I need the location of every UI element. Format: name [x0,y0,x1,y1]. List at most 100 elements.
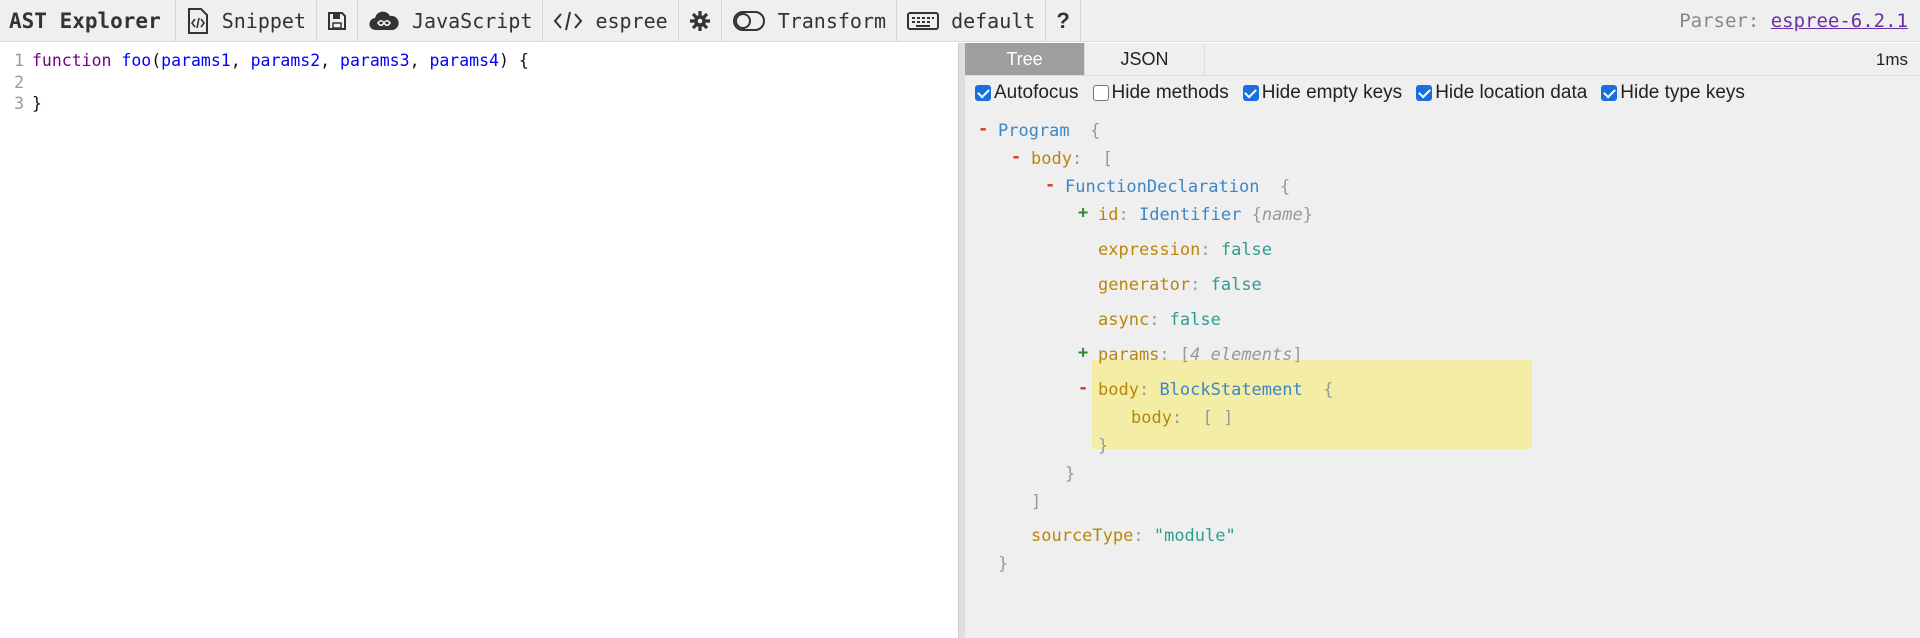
code-token: ( [151,51,162,70]
expand-toggle[interactable]: + [1078,343,1088,363]
code-token: params3 [340,51,410,70]
toggle-icon [732,10,766,32]
tab-json[interactable]: JSON [1085,43,1205,75]
tree-node-function-declaration[interactable]: FunctionDeclaration { [1065,175,1290,199]
code-editor[interactable]: 1 function foo(params1, params2, params3… [0,43,958,638]
option-label: Hide empty keys [1261,82,1403,103]
tab-tree[interactable]: Tree [965,43,1085,75]
code-line: 1 function foo(params1, params2, params3… [0,50,958,72]
snippet-button[interactable]: Snippet [176,0,318,42]
tree-node-source-type[interactable]: sourceType: "module" [1031,524,1236,548]
tree-node-async[interactable]: async: false [1098,308,1221,332]
hide-empty-keys-checkbox[interactable] [1242,85,1259,101]
code-token: params2 [250,51,321,70]
node-key: params [1098,345,1160,365]
keymap-button[interactable]: default [897,0,1047,42]
parser-info: Parser: espree-6.2.1 [1679,10,1920,32]
keyboard-icon [907,10,940,32]
code-token: function [32,51,112,70]
collapse-toggle[interactable]: - [1011,147,1021,167]
tree-node-params[interactable]: params: [4 elements] [1098,343,1303,367]
tree-node-block-statement[interactable]: body: BlockStatement { [1098,378,1333,402]
tree-options: Autofocus Hide methods Hide empty keys H… [965,76,1920,110]
hide-location-data-checkbox[interactable] [1416,85,1433,101]
keymap-label: default [951,8,1036,33]
language-button[interactable]: JavaScript [358,0,544,42]
code-token: ) { [498,51,529,70]
option-hide-methods[interactable]: Hide methods [1092,82,1229,104]
collapse-toggle[interactable]: - [1078,378,1088,398]
cloud-icon [368,10,400,32]
selected-node-highlight [1092,360,1532,449]
code-token: , [230,51,251,70]
tree-node-id[interactable]: id: Identifier {name} [1098,203,1313,227]
transform-label: Transform [777,8,887,33]
option-label: Hide type keys [1620,82,1745,103]
language-label: JavaScript [412,8,533,33]
closing-brace: } [1065,464,1076,484]
help-icon: ? [1056,7,1070,33]
parser-label: espree [595,8,668,33]
parser-button[interactable]: espree [543,0,679,42]
node-key: body [1031,149,1072,169]
transform-button[interactable]: Transform [722,0,898,42]
option-hide-empty-keys[interactable]: Hide empty keys [1242,82,1403,104]
parser-version-link[interactable]: espree-6.2.1 [1771,10,1908,32]
code-token: , [320,51,341,70]
save-icon [327,11,347,31]
code-line: 2 [0,72,958,94]
closing-brace: } [1098,436,1109,456]
output-panel: Tree JSON 1ms Autofocus Hide methods Hid… [965,43,1920,638]
parser-info-label: Parser: [1679,9,1760,32]
autofocus-checkbox[interactable] [975,85,991,101]
line-number: 2 [14,72,24,92]
collapse-toggle[interactable]: - [978,119,988,139]
code-token: params4 [429,51,499,70]
node-note: 4 elements [1190,345,1293,365]
node-type: Identifier [1138,205,1242,225]
output-tabs: Tree JSON 1ms [965,43,1920,76]
code-text: function foo(params1, params2, params3, … [32,50,529,72]
collapse-toggle[interactable]: - [1045,175,1055,195]
expand-toggle[interactable]: + [1078,203,1088,223]
node-note: name [1261,205,1303,225]
node-key: id [1098,205,1119,225]
save-button[interactable] [317,0,359,42]
code-token: foo [121,51,152,70]
closing-bracket: ] [1031,492,1042,512]
code-icon [553,10,583,32]
node-type: Program [998,121,1070,141]
option-autofocus[interactable]: Autofocus [975,82,1079,104]
code-text: } [32,94,42,113]
panel-splitter[interactable] [958,43,965,638]
settings-button[interactable] [679,0,722,42]
toolbar: AST Explorer Snippet JavaScript espree T… [0,0,1920,42]
node-key: expression [1098,240,1201,260]
tree-node-generator[interactable]: generator: false [1098,273,1262,297]
node-key: async [1098,310,1150,330]
help-button[interactable]: ? [1046,0,1081,42]
snippet-icon [186,7,210,35]
option-hide-type-keys[interactable]: Hide type keys [1601,82,1745,104]
option-label: Hide methods [1111,82,1229,103]
code-token: , [409,51,430,70]
app-title: AST Explorer [0,0,176,42]
tree-node-program[interactable]: Program { [998,119,1100,143]
node-value: "module" [1153,526,1236,546]
node-key: body [1131,408,1172,428]
node-type: FunctionDeclaration [1065,177,1260,197]
closing-brace: } [998,554,1009,574]
tree-node-expression[interactable]: expression: false [1098,238,1272,262]
tree-node-block-body[interactable]: body: [ ] [1131,406,1233,430]
option-label: Hide location data [1435,82,1588,103]
snippet-label: Snippet [221,8,307,33]
line-number: 3 [14,94,24,113]
hide-methods-checkbox[interactable] [1092,85,1109,101]
code-token: params1 [161,51,231,70]
code-line: 3 } [0,93,958,115]
node-key: body [1098,380,1139,400]
tree-node-body[interactable]: body: [ [1031,147,1113,171]
hide-type-keys-checkbox[interactable] [1601,85,1618,101]
node-value: false [1169,310,1221,330]
option-hide-location-data[interactable]: Hide location data [1416,82,1587,104]
